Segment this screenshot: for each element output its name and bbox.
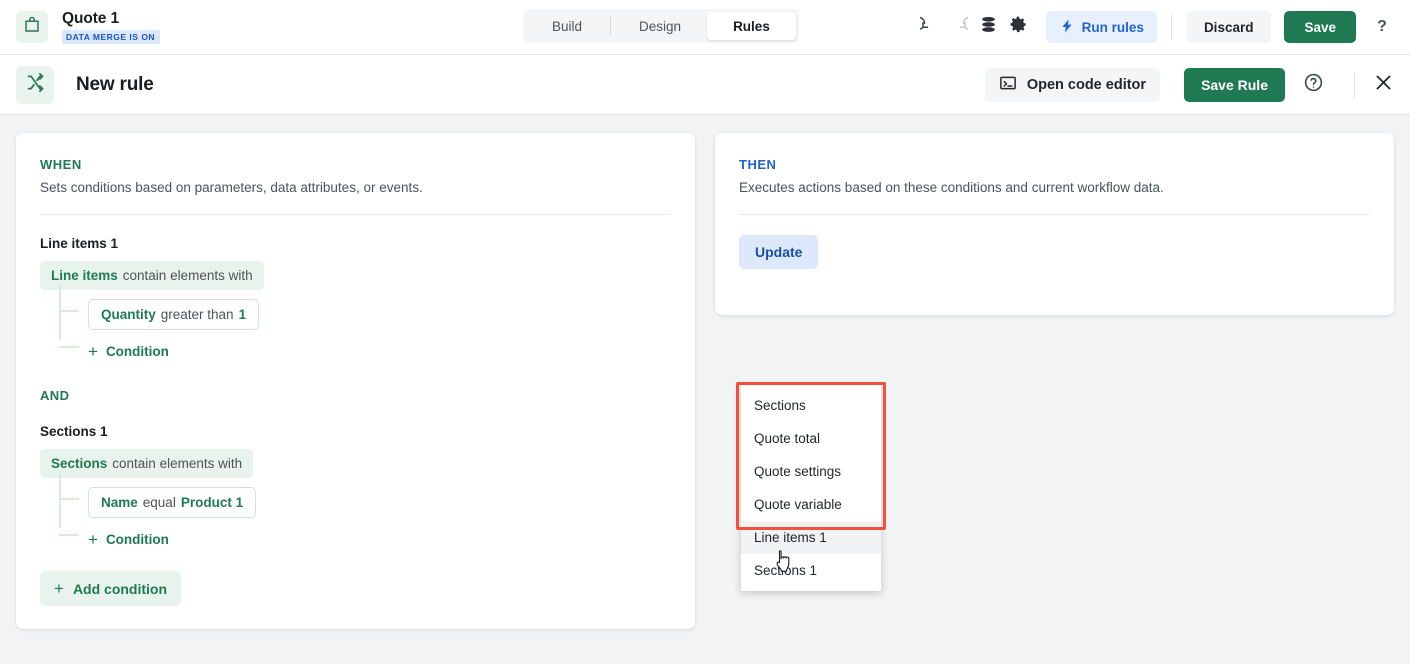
then-target-dropdown[interactable]: Sections Quote total Quote settings Quot… <box>741 385 881 591</box>
page-title: Quote 1 <box>62 10 160 28</box>
question-circle-icon <box>1303 72 1324 98</box>
when-card: WHEN Sets conditions based on parameters… <box>16 133 695 629</box>
when-description: Sets conditions based on parameters, dat… <box>40 180 671 195</box>
save-button[interactable]: Save <box>1284 11 1356 43</box>
settings-button[interactable] <box>1004 12 1034 42</box>
condition-row: Name equal Product 1 <box>88 478 671 518</box>
redo-button[interactable] <box>944 12 974 42</box>
then-label: THEN <box>739 157 1370 172</box>
then-action-chip[interactable]: Update <box>739 235 818 269</box>
then-card: THEN Executes actions based on these con… <box>715 133 1394 315</box>
add-condition-button[interactable]: + Add condition <box>40 571 181 606</box>
close-rule-button[interactable] <box>1354 72 1394 98</box>
when-group-root-chip[interactable]: Sections contain elements with <box>40 449 253 478</box>
add-condition-row: + Condition <box>88 330 671 362</box>
add-condition-row: + Condition <box>88 518 671 550</box>
toolbar-divider <box>1171 14 1172 40</box>
condition-row: Quantity greater than 1 <box>88 290 671 330</box>
discard-button[interactable]: Discard <box>1186 11 1272 43</box>
rule-title: New rule <box>76 74 154 96</box>
when-group-title: Sections 1 <box>40 424 671 439</box>
lightning-bolt-icon <box>1059 18 1075 37</box>
condition-field: Name <box>101 495 138 510</box>
undo-icon <box>920 16 938 39</box>
add-condition-inline-label: Condition <box>106 344 169 359</box>
view-tabs: Build Design Rules <box>523 9 799 43</box>
rule-help-button[interactable] <box>1303 72 1324 98</box>
when-divider <box>40 214 671 215</box>
tab-rules[interactable]: Rules <box>707 12 796 40</box>
then-description: Executes actions based on these conditio… <box>739 180 1370 195</box>
dropdown-item-sections[interactable]: Sections <box>741 389 881 422</box>
help-button[interactable]: ? <box>1370 15 1394 39</box>
tab-divider <box>610 17 611 35</box>
when-group-root-text: contain elements with <box>112 456 242 471</box>
when-group-root-field: Sections <box>51 456 107 471</box>
top-bar: Quote 1 DATA MERGE IS ON Build Design Ru… <box>0 0 1410 55</box>
database-icon <box>979 15 998 39</box>
plus-icon: + <box>54 580 64 597</box>
when-group-root-field: Line items <box>51 268 118 283</box>
rule-header-actions: Open code editor Save Rule <box>985 68 1394 102</box>
run-rules-label: Run rules <box>1082 20 1144 35</box>
rule-header-bar: New rule Open code editor Save Rule <box>0 55 1410 115</box>
when-group-tree: Quantity greater than 1 + Condition <box>59 290 671 362</box>
database-button[interactable] <box>974 12 1004 42</box>
dropdown-item-quote-total[interactable]: Quote total <box>741 422 881 455</box>
terminal-icon <box>999 74 1017 96</box>
data-merge-badge: DATA MERGE IS ON <box>62 30 160 44</box>
condition-value: Product 1 <box>181 495 243 510</box>
dropdown-item-line-items-1[interactable]: Line items 1 <box>741 521 881 554</box>
add-condition-inline-label: Condition <box>106 532 169 547</box>
gear-icon <box>1009 15 1028 39</box>
open-code-editor-button[interactable]: Open code editor <box>985 68 1160 102</box>
condition-operator: greater than <box>161 307 234 322</box>
add-condition-button-label: Add condition <box>73 581 167 597</box>
rule-icon-tile <box>16 66 54 104</box>
then-divider <box>739 214 1370 215</box>
shopping-bag-icon <box>23 16 41 39</box>
condition-chip[interactable]: Name equal Product 1 <box>88 487 256 518</box>
tab-design[interactable]: Design <box>613 12 707 40</box>
close-icon <box>1373 72 1394 98</box>
plus-icon: + <box>88 343 98 360</box>
add-condition-inline-button[interactable]: + Condition <box>88 531 169 548</box>
condition-value: 1 <box>239 307 247 322</box>
document-icon-tile <box>16 11 48 43</box>
plus-icon: + <box>88 531 98 548</box>
shuffle-arrows-icon <box>25 72 46 98</box>
condition-chip[interactable]: Quantity greater than 1 <box>88 299 259 330</box>
add-condition-inline-button[interactable]: + Condition <box>88 343 169 360</box>
top-bar-tools: Run rules Discard Save ? <box>914 11 1394 43</box>
when-group-root-chip[interactable]: Line items contain elements with <box>40 261 264 290</box>
run-rules-button[interactable]: Run rules <box>1046 11 1157 43</box>
dropdown-item-quote-settings[interactable]: Quote settings <box>741 455 881 488</box>
when-label: WHEN <box>40 157 671 172</box>
condition-operator: equal <box>143 495 176 510</box>
and-joiner-label: AND <box>40 388 671 403</box>
when-group-root-text: contain elements with <box>123 268 253 283</box>
dropdown-item-sections-1[interactable]: Sections 1 <box>741 554 881 587</box>
dropdown-item-quote-variable[interactable]: Quote variable <box>741 488 881 521</box>
when-group-title: Line items 1 <box>40 236 671 251</box>
rule-editor-body: WHEN Sets conditions based on parameters… <box>0 115 1410 647</box>
document-meta: Quote 1 DATA MERGE IS ON <box>62 10 160 44</box>
tab-build[interactable]: Build <box>526 12 608 40</box>
redo-icon <box>950 16 968 39</box>
when-group-tree: Name equal Product 1 + Condition <box>59 478 671 550</box>
save-rule-button[interactable]: Save Rule <box>1184 68 1285 102</box>
undo-button[interactable] <box>914 12 944 42</box>
open-code-editor-label: Open code editor <box>1027 77 1146 93</box>
condition-field: Quantity <box>101 307 156 322</box>
